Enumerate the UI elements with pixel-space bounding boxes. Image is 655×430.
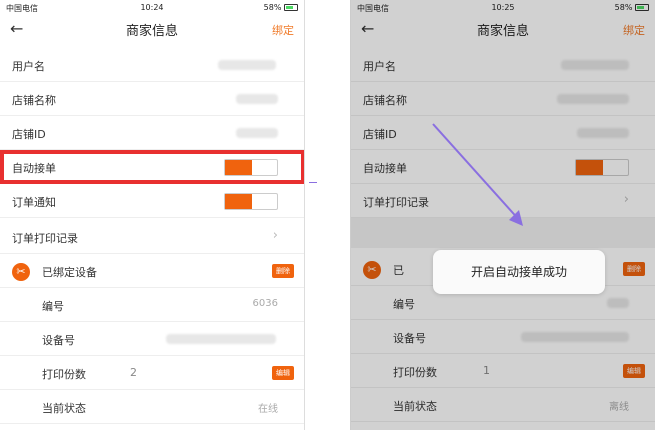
status-time: 10:24 bbox=[140, 3, 164, 12]
delete-device-button[interactable]: 删除 bbox=[272, 264, 294, 278]
device-id-row: 设备号 bbox=[0, 322, 304, 356]
toggle-on-segment bbox=[225, 194, 252, 209]
username-row: 用户名 bbox=[0, 48, 304, 82]
device-state-value: 在线 bbox=[258, 404, 278, 415]
device-id-value-blurred bbox=[166, 334, 276, 344]
device-number-value: 6036 bbox=[252, 298, 278, 309]
nav-bar: ← 商家信息 绑定 bbox=[0, 16, 304, 44]
edit-copies-button[interactable]: 编辑 bbox=[272, 366, 294, 380]
shop-id-label: 店铺ID bbox=[12, 128, 46, 141]
device-number-label: 编号 bbox=[42, 300, 64, 313]
device-number-row: 编号 6036 bbox=[0, 288, 304, 322]
success-toast: 开启自动接单成功 bbox=[433, 250, 605, 294]
purple-marker bbox=[309, 182, 317, 183]
print-copies-label: 打印份数 bbox=[42, 368, 86, 381]
shop-name-row: 店铺名称 bbox=[0, 82, 304, 116]
status-bar: 中国电信 10:24 58% bbox=[0, 0, 304, 16]
device-id-label: 设备号 bbox=[42, 334, 75, 347]
phone-screen-before: 中国电信 10:24 58% ← 商家信息 绑定 用户名 店铺名称 店铺ID 自… bbox=[0, 0, 305, 430]
status-right: 58% bbox=[264, 3, 298, 12]
order-notify-toggle[interactable] bbox=[224, 193, 278, 210]
order-notify-label: 订单通知 bbox=[12, 196, 56, 209]
bound-device-row: ✂ 已绑定设备 删除 bbox=[0, 254, 304, 288]
username-label: 用户名 bbox=[12, 60, 45, 73]
shop-name-label: 店铺名称 bbox=[12, 94, 56, 107]
annotation-arrow-icon bbox=[432, 123, 523, 226]
battery-percent: 58% bbox=[263, 3, 282, 12]
arrow-shaft bbox=[432, 123, 522, 223]
chevron-right-icon: › bbox=[272, 228, 278, 243]
phone-screen-after: 中国电信 10:25 58% ← 商家信息 绑定 用户名 店铺名称 店铺ID 自… bbox=[350, 0, 655, 430]
print-copies-row: 打印份数 2 编辑 bbox=[0, 356, 304, 390]
battery-icon bbox=[284, 4, 298, 11]
print-log-row[interactable]: 订单打印记录 › bbox=[0, 220, 304, 254]
order-notify-row: 订单通知 bbox=[0, 184, 304, 218]
shop-id-value-blurred bbox=[236, 128, 278, 138]
print-log-label: 订单打印记录 bbox=[12, 232, 78, 245]
bound-device-label: 已绑定设备 bbox=[42, 266, 97, 279]
shop-id-row: 店铺ID bbox=[0, 116, 304, 150]
bind-button[interactable]: 绑定 bbox=[272, 22, 294, 38]
username-value-blurred bbox=[218, 60, 276, 70]
page-title: 商家信息 bbox=[125, 24, 178, 39]
highlight-box bbox=[0, 150, 304, 184]
device-state-label: 当前状态 bbox=[42, 402, 86, 415]
device-tools-icon: ✂ bbox=[12, 263, 30, 281]
shop-name-value-blurred bbox=[236, 94, 278, 104]
device-state-row: 当前状态 在线 bbox=[0, 390, 304, 424]
print-copies-value: 2 bbox=[130, 366, 137, 379]
